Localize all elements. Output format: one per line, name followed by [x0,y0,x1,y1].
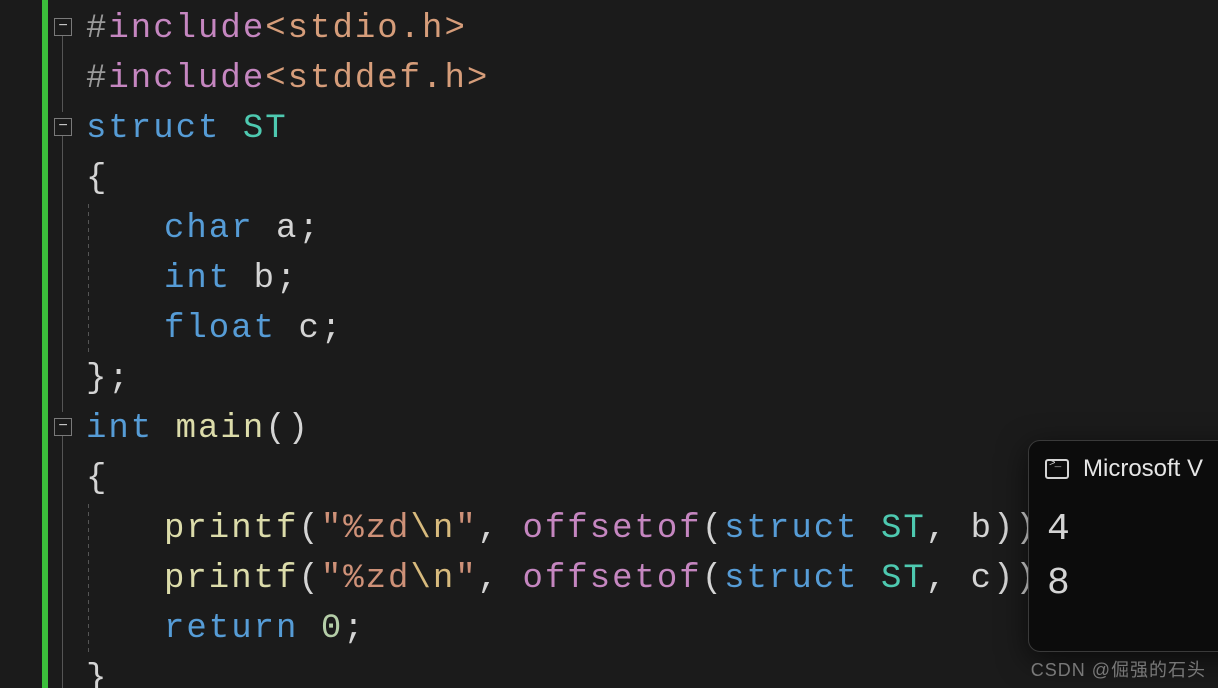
code-token [153,410,175,448]
code-line[interactable]: char a; [164,204,321,254]
code-token: , [926,560,971,598]
code-token: c [971,560,993,598]
fold-guide-line [62,36,63,112]
code-token: } [86,660,108,688]
code-token [254,210,276,248]
code-token [859,510,881,548]
code-token: ; [298,210,320,248]
code-token: " [321,510,343,548]
code-token: main [176,410,266,448]
code-token: a [276,210,298,248]
code-line[interactable]: float c; [164,304,343,354]
fold-guide-line [62,436,63,688]
console-output: 48 [1029,497,1218,651]
code-token: # [86,10,108,48]
code-token: , [478,510,523,548]
code-token: stddef.h [288,60,467,98]
code-token: } [86,360,108,398]
code-line[interactable]: int main() [86,404,310,454]
line-number-margin [0,0,42,688]
code-token: < [265,60,287,98]
code-token: offsetof [522,510,701,548]
code-token: int [164,260,231,298]
code-token: ST [243,110,288,148]
code-line[interactable]: printf("%zd\n", offsetof(struct ST, b)); [164,504,1060,554]
indent-guide [88,204,89,354]
code-token: struct [724,560,858,598]
code-token: ; [321,310,343,348]
fold-toggle-icon[interactable]: − [54,418,72,436]
code-token: ; [276,260,298,298]
code-line[interactable]: return 0; [164,604,366,654]
code-token: include [108,10,265,48]
code-token: ; [108,360,130,398]
fold-toggle-icon[interactable]: − [54,18,72,36]
code-token: include [108,60,265,98]
code-token [298,610,320,648]
code-token: " [455,510,477,548]
code-token: < [265,10,287,48]
code-token: offsetof [522,560,701,598]
code-token: , [926,510,971,548]
code-token: b [971,510,993,548]
code-token: () [265,410,310,448]
code-token: > [444,10,466,48]
code-token: ST [881,510,926,548]
code-token [220,110,242,148]
code-token: ; [343,610,365,648]
code-token: ( [702,510,724,548]
indent-guide [88,504,89,654]
code-token: \n [410,560,455,598]
code-token: 0 [321,610,343,648]
code-line[interactable]: { [86,154,108,204]
code-token: %zd [343,560,410,598]
code-token: stdio.h [288,10,445,48]
watermark-text: CSDN @倔强的石头 [1031,656,1206,682]
console-titlebar[interactable]: Microsoft V [1029,441,1218,497]
console-output-line: 8 [1047,557,1218,611]
code-token: printf [164,510,298,548]
code-token: ( [298,510,320,548]
code-token: " [455,560,477,598]
code-token: { [86,160,108,198]
fold-toggle-icon[interactable]: − [54,118,72,136]
code-line[interactable]: #include<stddef.h> [86,54,489,104]
code-token: \n [410,510,455,548]
code-token: float [164,310,276,348]
code-token [231,260,253,298]
console-window: Microsoft V 48 [1028,440,1218,652]
code-token: int [86,410,153,448]
code-token [859,560,881,598]
code-line[interactable]: { [86,454,108,504]
code-token: char [164,210,254,248]
code-token: { [86,460,108,498]
code-token: , [478,560,523,598]
terminal-icon [1045,459,1069,479]
fold-gutter: − − − [48,0,76,688]
code-token: struct [86,110,220,148]
code-line[interactable]: } [86,654,108,688]
code-token: c [298,310,320,348]
code-token: struct [724,510,858,548]
code-token [276,310,298,348]
code-token: > [467,60,489,98]
console-output-line: 4 [1047,503,1218,557]
code-line[interactable]: int b; [164,254,298,304]
console-title-text: Microsoft V [1083,455,1203,483]
code-token: return [164,610,298,648]
code-token: printf [164,560,298,598]
code-token: " [321,560,343,598]
code-token: %zd [343,510,410,548]
code-token: ( [702,560,724,598]
code-token: ( [298,560,320,598]
code-line[interactable]: struct ST [86,104,288,154]
code-line[interactable]: }; [86,354,131,404]
code-token: b [254,260,276,298]
fold-guide-line [62,136,63,412]
code-line[interactable]: #include<stdio.h> [86,4,467,54]
code-line[interactable]: printf("%zd\n", offsetof(struct ST, c)); [164,554,1060,604]
code-token: ST [881,560,926,598]
code-token: # [86,60,108,98]
